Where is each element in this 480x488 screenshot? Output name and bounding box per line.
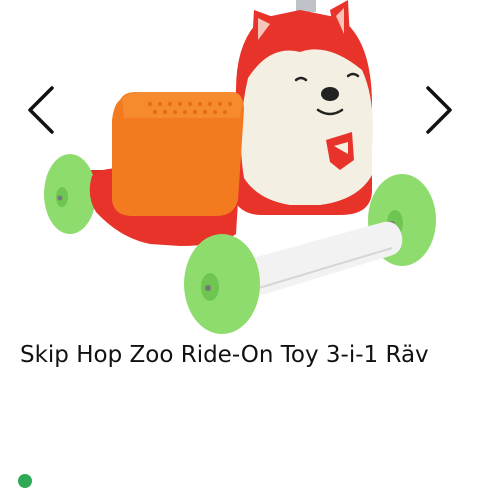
fox-nose bbox=[321, 87, 339, 101]
product-image[interactable] bbox=[40, 0, 440, 335]
carousel-next-button[interactable] bbox=[418, 80, 458, 140]
front-left-wheel bbox=[184, 234, 260, 334]
back-left-wheel bbox=[44, 154, 96, 234]
handle-pole bbox=[296, 0, 316, 12]
product-title: Skip Hop Zoo Ride-On Toy 3-i-1 Räv bbox=[20, 342, 429, 368]
image-carousel[interactable] bbox=[0, 0, 480, 334]
availability-indicator bbox=[18, 474, 32, 488]
chevron-right-icon bbox=[426, 86, 452, 134]
